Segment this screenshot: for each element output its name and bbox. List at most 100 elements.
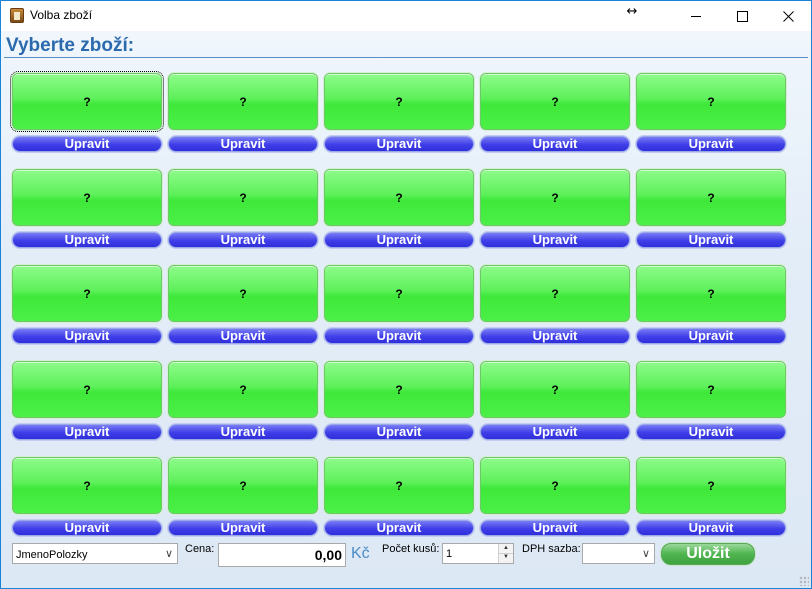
maximize-button[interactable]: [719, 1, 765, 31]
product-button[interactable]: ?: [324, 169, 474, 226]
edit-product-button[interactable]: Upravit: [480, 424, 630, 440]
product-cell: ? Upravit: [636, 265, 786, 349]
product-cell: ? Upravit: [324, 265, 474, 349]
product-cell: ? Upravit: [168, 457, 318, 541]
product-cell: ? Upravit: [636, 457, 786, 541]
product-cell: ? Upravit: [480, 73, 630, 157]
quantity-spin: ▲ ▼: [498, 544, 513, 563]
product-button[interactable]: ?: [324, 361, 474, 418]
spin-down-icon[interactable]: ▼: [499, 553, 513, 562]
resize-grip-icon[interactable]: [799, 576, 809, 586]
price-label: Cena:: [185, 543, 215, 555]
app-icon: [10, 8, 24, 23]
price-field[interactable]: 0,00: [218, 543, 346, 567]
product-button[interactable]: ?: [168, 265, 318, 322]
vat-rate-combo[interactable]: ∨: [582, 543, 655, 564]
product-button[interactable]: ?: [636, 457, 786, 514]
close-button[interactable]: [765, 1, 811, 31]
edit-product-button[interactable]: Upravit: [480, 328, 630, 344]
heading-divider: [4, 57, 808, 58]
edit-product-button[interactable]: Upravit: [480, 520, 630, 536]
product-button[interactable]: ?: [12, 265, 162, 322]
edit-product-button[interactable]: Upravit: [636, 328, 786, 344]
product-cell: ? Upravit: [480, 169, 630, 253]
product-button[interactable]: ?: [168, 169, 318, 226]
chevron-down-icon[interactable]: ∨: [642, 547, 650, 560]
edit-product-button[interactable]: Upravit: [12, 136, 162, 152]
edit-product-button[interactable]: Upravit: [636, 520, 786, 536]
edit-product-button[interactable]: Upravit: [12, 424, 162, 440]
page-title: Vyberte zboží:: [6, 35, 135, 56]
product-button[interactable]: ?: [480, 265, 630, 322]
item-name-combo[interactable]: JmenoPolozky ∨: [12, 543, 178, 564]
product-button[interactable]: ?: [12, 361, 162, 418]
edit-product-button[interactable]: Upravit: [636, 232, 786, 248]
product-button[interactable]: ?: [636, 73, 786, 130]
edit-product-button[interactable]: Upravit: [168, 328, 318, 344]
product-cell: ? Upravit: [12, 361, 162, 445]
product-grid: ? Upravit? Upravit? Upravit? Upravit? Upravit…: [10, 71, 797, 541]
product-button[interactable]: ?: [168, 73, 318, 130]
product-button[interactable]: ?: [324, 265, 474, 322]
edit-product-button[interactable]: Upravit: [480, 136, 630, 152]
product-button[interactable]: ?: [324, 73, 474, 130]
product-cell: ? Upravit: [168, 361, 318, 445]
edit-product-button[interactable]: Upravit: [12, 232, 162, 248]
product-button[interactable]: ?: [12, 457, 162, 514]
product-button[interactable]: ?: [636, 361, 786, 418]
edit-product-button[interactable]: Upravit: [480, 232, 630, 248]
window-title: Volba zboží: [30, 8, 93, 22]
edit-product-button[interactable]: Upravit: [324, 232, 474, 248]
product-cell: ? Upravit: [168, 265, 318, 349]
edit-product-button[interactable]: Upravit: [636, 136, 786, 152]
product-button[interactable]: ?: [480, 361, 630, 418]
edit-product-button[interactable]: Upravit: [12, 328, 162, 344]
save-button[interactable]: Uložit: [661, 543, 755, 565]
title-bar[interactable]: Volba zboží ↔: [1, 1, 811, 31]
product-button[interactable]: ?: [168, 457, 318, 514]
resize-cursor-icon: ↔: [626, 4, 638, 19]
edit-product-button[interactable]: Upravit: [324, 424, 474, 440]
edit-product-button[interactable]: Upravit: [324, 328, 474, 344]
product-cell: ? Upravit: [12, 265, 162, 349]
maximize-icon: [736, 10, 748, 22]
product-cell: ? Upravit: [12, 457, 162, 541]
product-cell: ? Upravit: [480, 265, 630, 349]
item-name-value: JmenoPolozky: [16, 549, 88, 561]
product-button[interactable]: ?: [168, 361, 318, 418]
minimize-button[interactable]: [673, 1, 719, 31]
edit-product-button[interactable]: Upravit: [12, 520, 162, 536]
product-cell: ? Upravit: [324, 73, 474, 157]
product-cell: ? Upravit: [636, 169, 786, 253]
edit-product-button[interactable]: Upravit: [168, 520, 318, 536]
product-button[interactable]: ?: [480, 457, 630, 514]
client-area: Vyberte zboží: ? Upravit? Upravit? Upravit?…: [1, 31, 811, 588]
product-cell: ? Upravit: [636, 361, 786, 445]
edit-product-button[interactable]: Upravit: [168, 232, 318, 248]
vat-label: DPH sazba:: [522, 543, 581, 555]
app-window: Volba zboží ↔ Vyberte zboží: ? Upravit? Up…: [0, 0, 812, 589]
product-cell: ? Upravit: [480, 361, 630, 445]
product-cell: ? Upravit: [324, 169, 474, 253]
edit-product-button[interactable]: Upravit: [636, 424, 786, 440]
product-cell: ? Upravit: [480, 457, 630, 541]
edit-product-button[interactable]: Upravit: [324, 520, 474, 536]
product-cell: ? Upravit: [10, 71, 164, 157]
product-button[interactable]: ?: [480, 73, 630, 130]
quantity-stepper[interactable]: 1 ▲ ▼: [442, 543, 514, 564]
edit-product-button[interactable]: Upravit: [168, 136, 318, 152]
product-cell: ? Upravit: [12, 169, 162, 253]
product-button[interactable]: ?: [636, 169, 786, 226]
edit-product-button[interactable]: Upravit: [168, 424, 318, 440]
bottom-bar: JmenoPolozky ∨ Cena: 0,00 Kč Počet kusů:…: [1, 539, 811, 571]
close-icon: [782, 10, 794, 22]
product-button[interactable]: ?: [480, 169, 630, 226]
product-button[interactable]: ?: [636, 265, 786, 322]
chevron-down-icon[interactable]: ∨: [165, 547, 173, 560]
edit-product-button[interactable]: Upravit: [324, 136, 474, 152]
product-cell: ? Upravit: [168, 169, 318, 253]
product-cell: ? Upravit: [168, 73, 318, 157]
product-button[interactable]: ?: [324, 457, 474, 514]
product-button[interactable]: ?: [12, 169, 162, 226]
product-button[interactable]: ?: [10, 71, 164, 132]
